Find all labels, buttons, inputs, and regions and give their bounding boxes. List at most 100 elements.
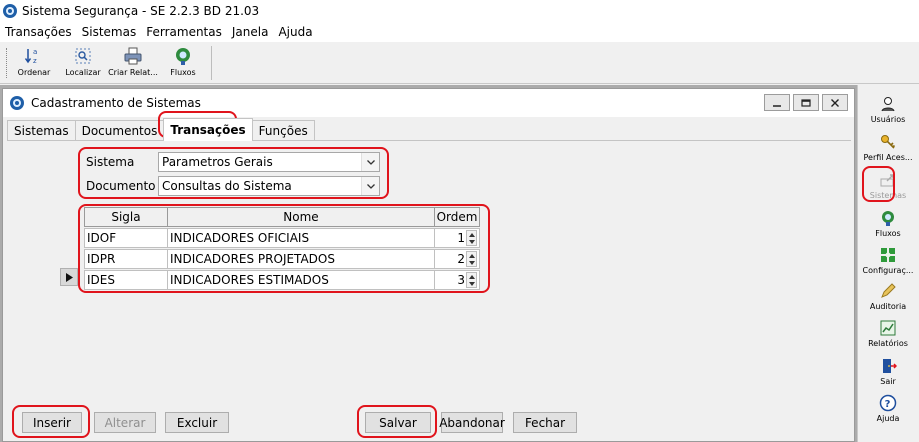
cell-ordem[interactable]: 1 (434, 228, 480, 248)
sistema-dropdown-button[interactable] (361, 153, 379, 171)
cell-sigla[interactable]: IDOF (84, 228, 168, 248)
app-title: Sistema Segurança - SE 2.2.3 BD 21.03 (22, 4, 260, 18)
sair-button[interactable]: Sair (860, 357, 916, 391)
cell-sigla[interactable]: IDES (84, 270, 168, 290)
ordenar-label: Ordenar (17, 68, 51, 77)
documento-label: Documento (86, 179, 156, 193)
ordem-spinner[interactable] (466, 251, 477, 267)
close-button[interactable] (822, 94, 848, 111)
perfil-acesso-button[interactable]: Perfil Aces... (860, 133, 916, 167)
toolbar: a z Ordenar Localizar Criar Relat... Flu… (0, 42, 919, 84)
ordem-spinner[interactable] (466, 272, 477, 288)
spin-up-button[interactable] (467, 231, 476, 238)
window-title: Cadastramento de Sistemas (31, 96, 201, 110)
side-panel: Usuários Perfil Aces... Sistemas Fluxos … (857, 85, 919, 442)
spin-up-button[interactable] (467, 252, 476, 259)
report-icon (880, 320, 896, 336)
menu-ferramentas[interactable]: Ferramentas (141, 25, 227, 39)
cell-sigla[interactable]: IDPR (84, 249, 168, 269)
column-header-nome[interactable]: Nome (167, 207, 435, 227)
documento-dropdown-button[interactable] (361, 177, 379, 195)
flow-icon (176, 48, 190, 65)
relatorios-button[interactable]: Relatórios (860, 319, 916, 353)
sair-label: Sair (880, 377, 896, 386)
svg-text:z: z (33, 57, 37, 65)
fluxos-toolbar-button[interactable]: Fluxos (156, 46, 210, 80)
table-row[interactable]: IDES INDICADORES ESTIMADOS 3 (84, 270, 484, 291)
configuracao-button[interactable]: Configuraç... (860, 246, 916, 280)
sistema-value: Parametros Gerais (162, 155, 273, 169)
menu-ajuda[interactable]: Ajuda (273, 25, 317, 39)
documento-select[interactable]: Consultas do Sistema (158, 176, 380, 196)
fluxos-side-button[interactable]: Fluxos (860, 209, 916, 243)
window-titlebar[interactable]: Cadastramento de Sistemas (3, 89, 854, 117)
localizar-label: Localizar (65, 68, 101, 77)
sistemas-side-label: Sistemas (869, 191, 907, 200)
fluxos-side-label: Fluxos (875, 229, 901, 238)
cell-nome[interactable]: INDICADORES PROJETADOS (167, 249, 435, 269)
fluxos-toolbar-label: Fluxos (170, 68, 196, 77)
perfil-acesso-label: Perfil Aces... (863, 153, 913, 162)
sistemas-side-button[interactable]: Sistemas (860, 171, 916, 205)
ordem-spinner[interactable] (466, 230, 477, 246)
cell-nome[interactable]: INDICADORES ESTIMADOS (167, 270, 435, 290)
fechar-button[interactable]: Fechar (513, 412, 577, 433)
salvar-button[interactable]: Salvar (365, 412, 431, 433)
table-row[interactable]: IDPR INDICADORES PROJETADOS 2 (84, 249, 484, 270)
triangle-up-icon (468, 274, 475, 279)
cell-ordem[interactable]: 2 (434, 249, 480, 269)
documento-row: Documento Consultas do Sistema (86, 176, 380, 196)
sistema-label: Sistema (86, 155, 135, 169)
pencil-icon (881, 283, 896, 298)
spin-down-button[interactable] (467, 259, 476, 266)
tab-sistemas[interactable]: Sistemas (7, 120, 76, 141)
menu-transacoes[interactable]: Transações (0, 25, 77, 39)
find-icon (75, 48, 91, 64)
help-icon: ? (879, 394, 897, 412)
triangle-down-icon (468, 281, 475, 286)
configuracao-label: Configuraç... (862, 266, 914, 275)
column-header-sigla[interactable]: Sigla (84, 207, 168, 227)
sistema-select[interactable]: Parametros Gerais (158, 152, 380, 172)
cell-nome[interactable]: INDICADORES OFICIAIS (167, 228, 435, 248)
window-controls (764, 94, 848, 111)
ordem-value: 2 (457, 252, 465, 266)
tab-strip: Sistemas Documentos Transações Funções (7, 118, 315, 141)
usuarios-button[interactable]: Usuários (860, 95, 916, 129)
localizar-button[interactable]: Localizar (56, 46, 110, 80)
cell-ordem[interactable]: 3 (434, 270, 480, 290)
ajuda-side-button[interactable]: ? Ajuda (860, 394, 916, 428)
menu-janela[interactable]: Janela (227, 25, 274, 39)
auditoria-button[interactable]: Auditoria (860, 282, 916, 316)
menu-bar: Transações Sistemas Ferramentas Janela A… (0, 22, 919, 42)
row-pointer-icon (65, 272, 73, 282)
minimize-button[interactable] (764, 94, 790, 111)
relatorios-label: Relatórios (868, 339, 908, 348)
auditoria-label: Auditoria (869, 302, 907, 311)
tab-documentos[interactable]: Documentos (74, 120, 165, 141)
menu-sistemas[interactable]: Sistemas (77, 25, 142, 39)
inserir-button[interactable]: Inserir (22, 412, 82, 433)
alterar-button[interactable]: Alterar (94, 412, 156, 433)
excluir-button[interactable]: Excluir (165, 412, 229, 433)
exit-door-icon (883, 359, 897, 373)
spin-down-button[interactable] (467, 280, 476, 287)
spin-up-button[interactable] (467, 273, 476, 280)
ordenar-button[interactable]: a z Ordenar (7, 46, 61, 80)
user-icon (881, 97, 895, 112)
ajuda-side-label: Ajuda (876, 414, 900, 423)
svg-text:?: ? (885, 399, 891, 410)
abandonar-button[interactable]: Abandonar (439, 412, 505, 433)
table-row[interactable]: IDOF INDICADORES OFICIAIS 1 (84, 228, 484, 249)
criar-relatorio-button[interactable]: Criar Relat... (106, 46, 160, 80)
spin-down-button[interactable] (467, 238, 476, 245)
restore-button[interactable] (793, 94, 819, 111)
window-icon (10, 96, 24, 110)
tab-transacoes[interactable]: Transações (163, 118, 253, 141)
criar-relatorio-label: Criar Relat... (108, 68, 158, 77)
triangle-down-icon (468, 239, 475, 244)
app-titlebar: Sistema Segurança - SE 2.2.3 BD 21.03 (0, 0, 919, 22)
app-logo-icon (3, 4, 17, 18)
column-header-ordem[interactable]: Ordem (434, 207, 480, 227)
tab-funcoes[interactable]: Funções (251, 120, 315, 141)
